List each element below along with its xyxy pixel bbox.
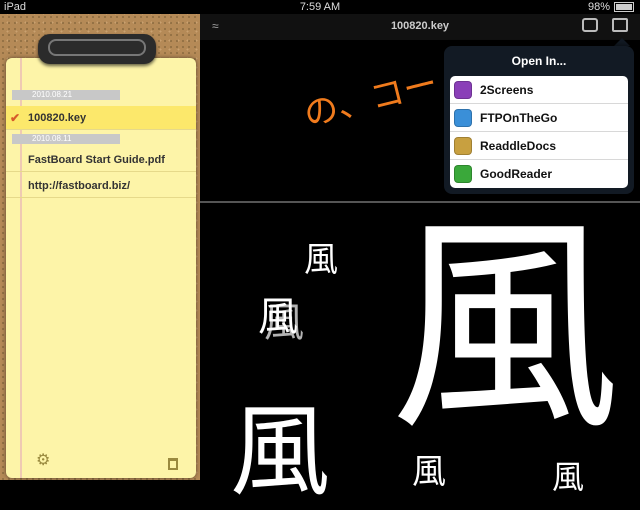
checkmark-icon: ✔	[10, 111, 21, 125]
app-label: 2Screens	[480, 82, 534, 97]
open-in-goodreader[interactable]: GoodReader	[450, 160, 628, 188]
viewer-navbar: ≈ 100820.key	[200, 14, 640, 40]
list-item-label: FastBoard Start Guide.pdf	[28, 154, 165, 166]
kanji-text: 風	[412, 452, 446, 492]
clock: 7:59 AM	[299, 1, 341, 13]
sidebar-toolbar: ⚙	[6, 448, 196, 478]
open-in-app-list: 2Screens FTPOnTheGo ReaddleDocs GoodRead…	[450, 76, 628, 188]
clipboard-clip	[38, 34, 156, 64]
open-in-ftponthego[interactable]: FTPOnTheGo	[450, 104, 628, 132]
status-bar: iPad 7:59 AM 98%	[0, 0, 640, 14]
readdledocs-app-icon	[454, 136, 472, 155]
battery-icon	[614, 2, 634, 12]
2screens-app-icon	[454, 80, 472, 99]
list-item-fastboard-url[interactable]: http://fastboard.biz/	[6, 174, 196, 198]
popover-arrow	[614, 38, 630, 46]
date-header: 2010.08.21	[12, 90, 120, 100]
document-title: 100820.key	[390, 20, 450, 32]
gear-icon[interactable]: ⚙	[36, 450, 50, 470]
app-label: GoodReader	[480, 167, 553, 181]
kanji-text: 風	[264, 300, 304, 346]
share-icon[interactable]	[612, 18, 628, 32]
slide-text: の、コー	[300, 64, 442, 135]
kanji-text: 風	[304, 240, 338, 280]
goodreader-app-icon	[454, 165, 472, 183]
app-label: ReaddleDocs	[480, 138, 557, 153]
ftponthego-app-icon	[454, 108, 472, 127]
list-item-100820-key[interactable]: ✔ 100820.key	[6, 106, 196, 130]
battery-percent: 98%	[587, 1, 610, 13]
open-in-2screens[interactable]: 2Screens	[450, 76, 628, 104]
document-notepad: 2010.08.21 ✔ 100820.key 2010.08.11 FastB…	[6, 58, 196, 478]
kanji-text: 風	[552, 458, 585, 496]
battery-status: 98%	[588, 1, 634, 13]
open-in-readdledocs[interactable]: ReaddleDocs	[450, 132, 628, 160]
open-in-popover: Open In... 2Screens FTPOnTheGo ReaddleDo…	[444, 46, 634, 194]
sidebar: 2010.08.21 ✔ 100820.key 2010.08.11 FastB…	[0, 14, 200, 480]
date-header: 2010.08.11	[12, 134, 120, 144]
kanji-text: 風	[230, 393, 330, 510]
list-item-label: 100820.key	[28, 112, 87, 124]
list-item-label: http://fastboard.biz/	[28, 180, 131, 192]
app-label: FTPOnTheGo	[480, 110, 558, 125]
repeat-icon[interactable]	[582, 18, 598, 32]
list-item-fastboard-guide[interactable]: FastBoard Start Guide.pdf	[6, 148, 196, 172]
kanji-text-large: 風	[390, 195, 621, 462]
trash-icon[interactable]	[168, 458, 178, 470]
popover-title: Open In...	[511, 54, 567, 68]
